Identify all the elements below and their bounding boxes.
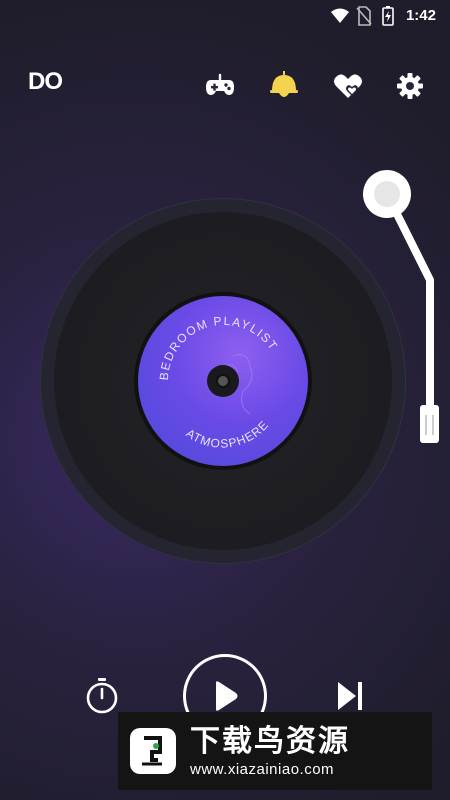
settings-button[interactable] (394, 70, 426, 102)
timer-icon (86, 678, 118, 714)
favorites-button[interactable] (332, 70, 364, 102)
battery-charging-icon (382, 6, 394, 26)
spindle (216, 374, 230, 388)
watermark-banner: 下载鸟资源 www.xiazainiao.com (118, 712, 432, 790)
top-bar: DO (0, 64, 450, 108)
settings-icon (397, 73, 423, 99)
no-sim-icon (356, 6, 372, 26)
play-icon (216, 681, 238, 711)
svg-text:ATMOSPHERE: ATMOSPHERE (184, 418, 272, 451)
status-time: 1:42 (405, 7, 436, 24)
wifi-icon (331, 8, 349, 23)
skip-next-icon (338, 682, 362, 710)
watermark-title: 下载鸟资源 (190, 724, 350, 758)
gamepad-button[interactable] (204, 70, 236, 102)
watermark-url: www.xiazainiao.com (190, 760, 335, 778)
watermark-logo-icon (130, 728, 176, 774)
gamepad-icon (206, 73, 234, 95)
status-bar: 1:42 (0, 0, 450, 32)
night-lamp-icon (270, 71, 298, 97)
night-lamp-button[interactable] (268, 70, 300, 102)
next-track-button[interactable] (330, 676, 370, 716)
favorites-icon (334, 74, 362, 98)
app-logo-text: DO (28, 68, 63, 95)
tonearm[interactable] (350, 160, 450, 460)
record-label-bottom-text: ATMOSPHERE (184, 418, 271, 451)
timer-button[interactable] (82, 676, 122, 716)
app-logo: DO (28, 68, 63, 96)
turntable: BEDROOM PLAYLIST ATMOSPHERE (0, 150, 450, 620)
